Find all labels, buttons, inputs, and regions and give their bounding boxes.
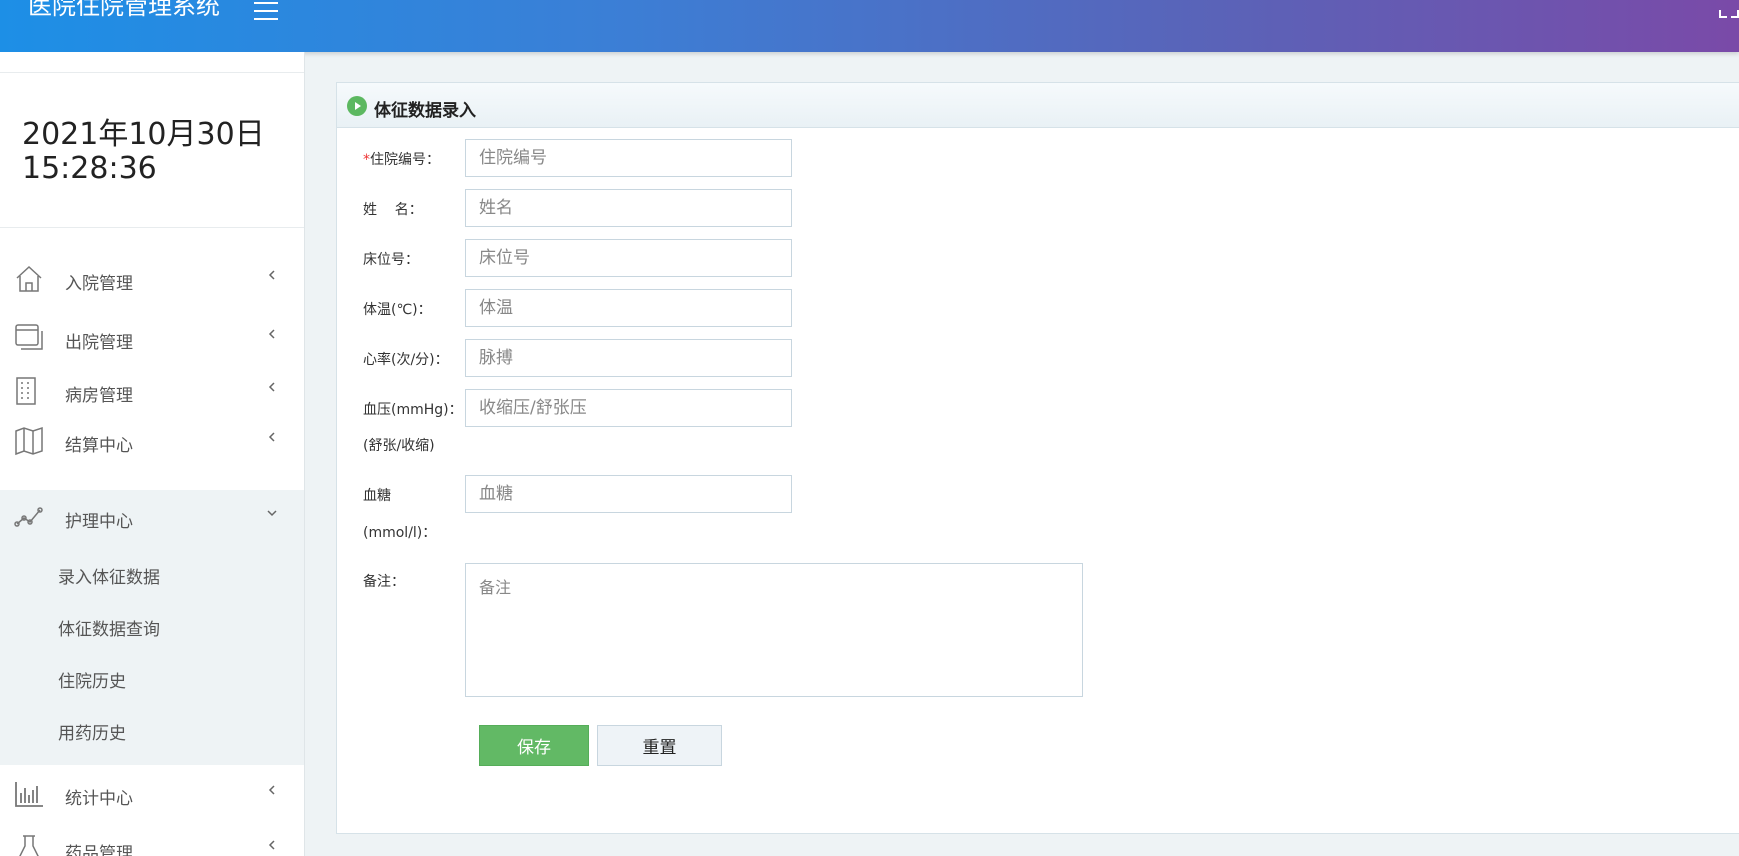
admission-no-label: *住院编号：	[363, 149, 440, 169]
temperature-input[interactable]	[465, 289, 792, 327]
chevron-left-icon	[268, 840, 275, 850]
divider	[0, 72, 304, 73]
heart-rate-label: 心率(次/分)：	[363, 352, 449, 368]
app-title: 医院住院管理系统	[28, 0, 220, 20]
bed-no-input[interactable]	[465, 239, 792, 277]
sidebar-item-label: 护理中心	[65, 512, 133, 532]
blood-pressure-label: 血压(mmHg)：	[363, 402, 463, 418]
submenu-item-medication-history[interactable]: 用药历史	[58, 719, 126, 744]
chevron-down-icon	[267, 510, 277, 517]
map-icon	[15, 426, 43, 456]
clock-date: 2021年10月30日	[22, 117, 265, 152]
sidebar-item-label: 结算中心	[65, 436, 133, 456]
sidebar-item-statistics[interactable]: 统计中心	[0, 767, 304, 823]
blood-sugar-label: 血糖	[363, 488, 391, 504]
sidebar-item-medicine[interactable]: 药品管理	[0, 822, 304, 856]
sidebar-item-settlement[interactable]: 结算中心	[0, 414, 304, 470]
submenu-item-query-vitals[interactable]: 体征数据查询	[58, 615, 160, 640]
sidebar-item-label: 入院管理	[65, 274, 133, 294]
sidebar-item-label: 出院管理	[65, 333, 133, 353]
clock-time: 15:28:36	[22, 151, 157, 186]
home-icon	[16, 265, 42, 292]
chevron-left-icon	[268, 785, 275, 795]
flask-icon	[19, 835, 39, 856]
blood-pressure-sublabel: (舒张/收缩)	[363, 438, 435, 454]
sidebar-item-nursing[interactable]: 护理中心	[0, 490, 304, 546]
sidebar-item-admission[interactable]: 入院管理	[0, 252, 304, 308]
panel-header: 体征数据录入	[337, 83, 1739, 128]
remark-textarea[interactable]	[465, 563, 1083, 697]
admission-no-label-text: 住院编号：	[370, 152, 440, 168]
name-label: 姓 名：	[363, 202, 423, 218]
clock: 2021年10月30日 15:28:36	[22, 118, 265, 186]
panel-title: 体征数据录入	[374, 101, 476, 121]
blood-sugar-sublabel: (mmol/l)：	[363, 525, 437, 541]
required-mark: *	[363, 152, 370, 168]
submenu-item-record-vitals[interactable]: 录入体征数据	[58, 563, 160, 588]
save-button[interactable]: 保存	[479, 725, 589, 766]
chevron-left-icon	[268, 329, 275, 339]
chevron-left-icon	[268, 432, 275, 442]
chevron-left-icon	[268, 382, 275, 392]
sidebar: 2021年10月30日 15:28:36 入院管理 出院管理 病房管理 结算中心	[0, 52, 305, 856]
window-stack-icon	[15, 324, 43, 350]
nursing-submenu-group: 护理中心 录入体征数据 体征数据查询 住院历史 用药历史	[0, 490, 304, 765]
sidebar-item-label: 统计中心	[65, 789, 133, 809]
sidebar-item-discharge[interactable]: 出院管理	[0, 311, 304, 367]
admission-no-input[interactable]	[465, 139, 792, 177]
submenu-item-admission-history[interactable]: 住院历史	[58, 667, 126, 692]
vitals-entry-panel: 体征数据录入 *住院编号： 姓 名： 床位号： 体温(℃)： 心率(次/分)： …	[336, 82, 1739, 834]
top-header: 医院住院管理系统	[0, 0, 1739, 52]
sidebar-item-ward[interactable]: 病房管理	[0, 364, 304, 420]
blood-sugar-input[interactable]	[465, 475, 792, 513]
menu-toggle-icon[interactable]	[254, 2, 278, 22]
blood-pressure-input[interactable]	[465, 389, 792, 427]
name-input[interactable]	[465, 189, 792, 227]
sidebar-item-label: 药品管理	[65, 844, 133, 856]
remark-label: 备注：	[363, 574, 405, 590]
bed-no-label: 床位号：	[363, 252, 419, 268]
line-chart-icon	[14, 507, 43, 527]
chevron-left-icon	[268, 270, 275, 280]
bar-chart-icon	[15, 782, 43, 807]
heart-rate-input[interactable]	[465, 339, 792, 377]
temperature-label: 体温(℃)：	[363, 302, 432, 318]
building-icon	[16, 377, 36, 405]
sidebar-item-label: 病房管理	[65, 386, 133, 406]
divider	[0, 227, 304, 228]
reset-button[interactable]: 重置	[597, 725, 722, 766]
fullscreen-icon[interactable]	[1719, 2, 1739, 18]
play-circle-icon	[347, 96, 367, 116]
